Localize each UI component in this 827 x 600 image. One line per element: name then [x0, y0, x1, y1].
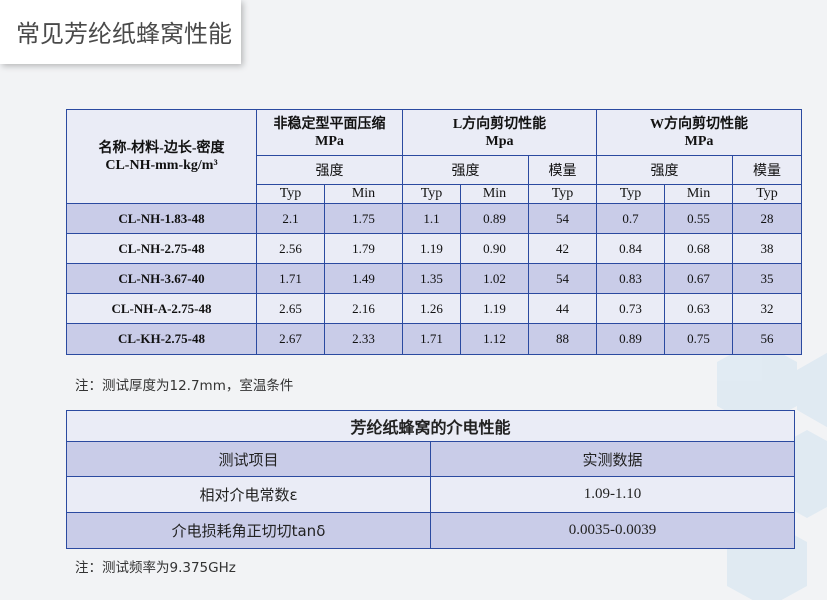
row-name: CL-NH-A-2.75-48 — [66, 293, 257, 324]
w-shear-group-header: W方向剪切性能 MPa — [596, 109, 803, 156]
row-name: CL-NH-1.83-48 — [66, 203, 257, 234]
dielectric-properties-table: 芳纶纸蜂窝的介电性能 测试项目 实测数据 相对介电常数ε 1.09-1.10 介… — [65, 410, 796, 549]
table-cell: 1.49 — [324, 263, 403, 294]
test-item-header: 测试项目 — [66, 441, 431, 477]
table-cell: 42 — [527, 233, 598, 264]
table-cell: 32 — [732, 293, 803, 324]
l-shear-header-line1: L方向剪切性能 — [452, 116, 547, 132]
table-cell: 1.19 — [460, 293, 529, 324]
min-header: Min — [664, 184, 734, 204]
l-shear-header-line2: Mpa — [485, 133, 514, 149]
table-cell: 0.55 — [664, 203, 734, 234]
table-cell: 2.33 — [324, 323, 403, 355]
l-shear-strength-header: 强度 — [402, 155, 529, 185]
table-cell: 28 — [732, 203, 803, 234]
w-shear-strength-header: 强度 — [596, 155, 734, 185]
l-shear-modulus-header: 模量 — [527, 155, 598, 185]
table-cell: 1.1 — [402, 203, 461, 234]
table-cell: 2.1 — [256, 203, 325, 234]
table-cell: 2.67 — [256, 323, 325, 355]
table-row: 相对介电常数ε 1.09-1.10 — [66, 476, 796, 513]
w-shear-modulus-header: 模量 — [732, 155, 803, 185]
table-row: CL-KH-2.75-48 2.67 2.33 1.71 1.12 88 0.8… — [66, 323, 803, 355]
w-shear-header-line1: W方向剪切性能 — [650, 116, 749, 132]
table-cell: 54 — [527, 203, 598, 234]
table-cell: 1.26 — [402, 293, 461, 324]
dielectric-table-caption: 芳纶纸蜂窝的介电性能 — [65, 410, 796, 442]
table-cell: 0.7 — [596, 203, 666, 234]
table-cell: 1.75 — [324, 203, 403, 234]
test-item-cell: 相对介电常数ε — [66, 476, 431, 513]
table-cell: 0.83 — [596, 263, 666, 294]
typ-header: Typ — [596, 184, 666, 204]
table-row: CL-NH-1.83-48 2.1 1.75 1.1 0.89 54 0.7 0… — [66, 203, 803, 234]
table-cell: 1.71 — [402, 323, 461, 355]
measured-data-header: 实测数据 — [429, 441, 796, 477]
thickness-note: 注：测试厚度为12.7mm，室温条件 — [75, 378, 294, 394]
table-row: CL-NH-2.75-48 2.56 1.79 1.19 0.90 42 0.8… — [66, 233, 803, 264]
table-cell: 0.75 — [664, 323, 734, 355]
table-cell: 0.68 — [664, 233, 734, 264]
table-cell: 56 — [732, 323, 803, 355]
typ-header: Typ — [256, 184, 325, 204]
table-cell: 1.79 — [324, 233, 403, 264]
table-cell: 44 — [527, 293, 598, 324]
table-cell: 2.56 — [256, 233, 325, 264]
table-cell: 35 — [732, 263, 803, 294]
table-cell: 0.89 — [460, 203, 529, 234]
table-row: CL-NH-A-2.75-48 2.65 2.16 1.26 1.19 44 0… — [66, 293, 803, 324]
test-item-cell: 介电损耗角正切切tanδ — [66, 512, 431, 549]
table-cell: 1.02 — [460, 263, 529, 294]
measured-value-cell: 1.09-1.10 — [429, 476, 796, 513]
table-cell: 2.16 — [324, 293, 403, 324]
compression-group-header: 非稳定型平面压缩 MPa — [256, 109, 403, 156]
row-name: CL-NH-3.67-40 — [66, 263, 257, 294]
table-cell: 54 — [527, 263, 598, 294]
table-cell: 0.89 — [596, 323, 666, 355]
min-header: Min — [324, 184, 403, 204]
min-header: Min — [460, 184, 529, 204]
page-title-box: 常见芳纶纸蜂窝性能 — [0, 0, 241, 64]
typ-header: Typ — [732, 184, 803, 204]
w-shear-header-line2: MPa — [684, 133, 714, 149]
table-cell: 1.19 — [402, 233, 461, 264]
table-row: CL-NH-3.67-40 1.71 1.49 1.35 1.02 54 0.8… — [66, 263, 803, 294]
table-cell: 38 — [732, 233, 803, 264]
table-cell: 0.67 — [664, 263, 734, 294]
row-name: CL-NH-2.75-48 — [66, 233, 257, 264]
table-row: 介电损耗角正切切tanδ 0.0035-0.0039 — [66, 512, 796, 549]
table-cell: 0.63 — [664, 293, 734, 324]
table-cell: 2.65 — [256, 293, 325, 324]
frequency-note: 注：测试频率为9.375GHz — [75, 560, 236, 576]
table-cell: 1.35 — [402, 263, 461, 294]
name-header: 名称-材料-边长-密度 CL-NH-mm-kg/m³ — [66, 109, 257, 204]
typ-header: Typ — [527, 184, 598, 204]
table-cell: 0.84 — [596, 233, 666, 264]
row-name: CL-KH-2.75-48 — [66, 323, 257, 355]
table-cell: 0.73 — [596, 293, 666, 324]
table-cell: 1.71 — [256, 263, 325, 294]
page-title: 常见芳纶纸蜂窝性能 — [16, 20, 232, 48]
compression-header-line1: 非稳定型平面压缩 — [273, 116, 386, 132]
table-cell: 1.12 — [460, 323, 529, 355]
compression-strength-header: 强度 — [256, 155, 403, 185]
mechanical-properties-table: 名称-材料-边长-密度 CL-NH-mm-kg/m³ 非稳定型平面压缩 MPa … — [66, 109, 803, 355]
table-cell: 0.90 — [460, 233, 529, 264]
name-header-line1: 名称-材料-边长-密度 — [98, 140, 225, 156]
compression-header-line2: MPa — [315, 133, 344, 149]
name-header-line2: CL-NH-mm-kg/m³ — [105, 157, 218, 173]
typ-header: Typ — [402, 184, 461, 204]
l-shear-group-header: L方向剪切性能 Mpa — [401, 109, 598, 156]
measured-value-cell: 0.0035-0.0039 — [429, 512, 796, 549]
table-cell: 88 — [527, 323, 598, 355]
